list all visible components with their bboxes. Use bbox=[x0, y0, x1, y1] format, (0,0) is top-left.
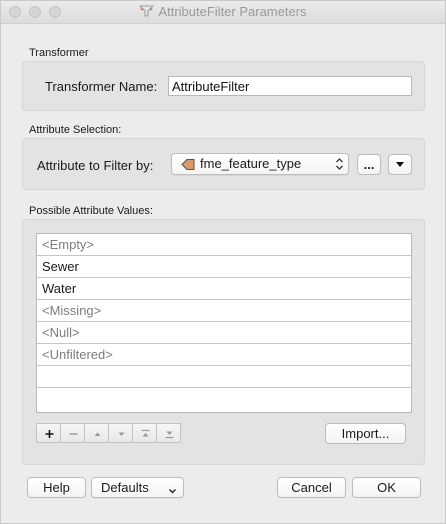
list-item[interactable] bbox=[37, 366, 411, 388]
attribute-dropdown-button[interactable] bbox=[388, 154, 412, 175]
triangle-down-icon bbox=[396, 162, 404, 167]
remove-row-button[interactable] bbox=[60, 423, 85, 443]
title-bar[interactable]: AttributeFilter Parameters bbox=[1, 1, 445, 24]
defaults-label: Defaults bbox=[101, 480, 149, 495]
transformer-name-input[interactable] bbox=[168, 76, 412, 96]
list-item[interactable]: Water bbox=[37, 278, 411, 300]
ok-button[interactable]: OK bbox=[352, 477, 421, 498]
move-to-top-icon bbox=[141, 429, 150, 437]
move-down-icon bbox=[118, 432, 125, 436]
attribute-to-filter-label: Attribute to Filter by: bbox=[37, 158, 154, 173]
move-to-top-button[interactable] bbox=[132, 423, 157, 443]
list-item[interactable]: Sewer bbox=[37, 256, 411, 278]
list-item[interactable]: <Unfiltered> bbox=[37, 344, 411, 366]
dialog-window: AttributeFilter Parameters Transformer T… bbox=[0, 0, 446, 524]
chevron-down-icon bbox=[168, 483, 177, 498]
possible-values-section-label: Possible Attribute Values: bbox=[29, 205, 153, 217]
transformer-group: Transformer Name: bbox=[22, 61, 425, 111]
selected-attribute-text: fme_feature_type bbox=[200, 156, 302, 171]
list-item[interactable]: <Empty> bbox=[37, 234, 411, 256]
list-item[interactable]: <Missing> bbox=[37, 300, 411, 322]
attribute-values-list[interactable]: <Empty> Sewer Water <Missing> <Null> <Un… bbox=[36, 233, 412, 413]
minus-icon bbox=[69, 433, 78, 435]
attribute-selection-group: Attribute to Filter by: fme_feature_type… bbox=[22, 138, 425, 190]
import-button[interactable]: Import... bbox=[325, 423, 406, 444]
attribute-tag-icon bbox=[181, 158, 195, 174]
list-toolbar bbox=[36, 423, 181, 443]
move-down-button[interactable] bbox=[108, 423, 133, 443]
move-up-icon bbox=[94, 432, 101, 436]
cancel-button[interactable]: Cancel bbox=[277, 477, 346, 498]
up-down-chevron-icon bbox=[335, 157, 344, 174]
help-button[interactable]: Help bbox=[27, 477, 86, 498]
transformer-section-label: Transformer bbox=[29, 47, 89, 59]
list-item[interactable]: <Null> bbox=[37, 322, 411, 344]
defaults-select[interactable]: Defaults bbox=[91, 477, 184, 498]
move-up-button[interactable] bbox=[84, 423, 109, 443]
attribute-selection-section-label: Attribute Selection: bbox=[29, 124, 122, 136]
plus-icon bbox=[45, 430, 54, 438]
transformer-name-label: Transformer Name: bbox=[45, 79, 158, 94]
move-to-bottom-button[interactable] bbox=[156, 423, 181, 443]
add-row-button[interactable] bbox=[36, 423, 61, 443]
attribute-filter-icon bbox=[139, 4, 155, 21]
attribute-select[interactable]: fme_feature_type bbox=[171, 153, 349, 175]
window-title: AttributeFilter Parameters bbox=[158, 4, 307, 19]
move-to-bottom-icon bbox=[165, 431, 174, 439]
browse-attribute-button[interactable]: ... bbox=[357, 154, 381, 175]
